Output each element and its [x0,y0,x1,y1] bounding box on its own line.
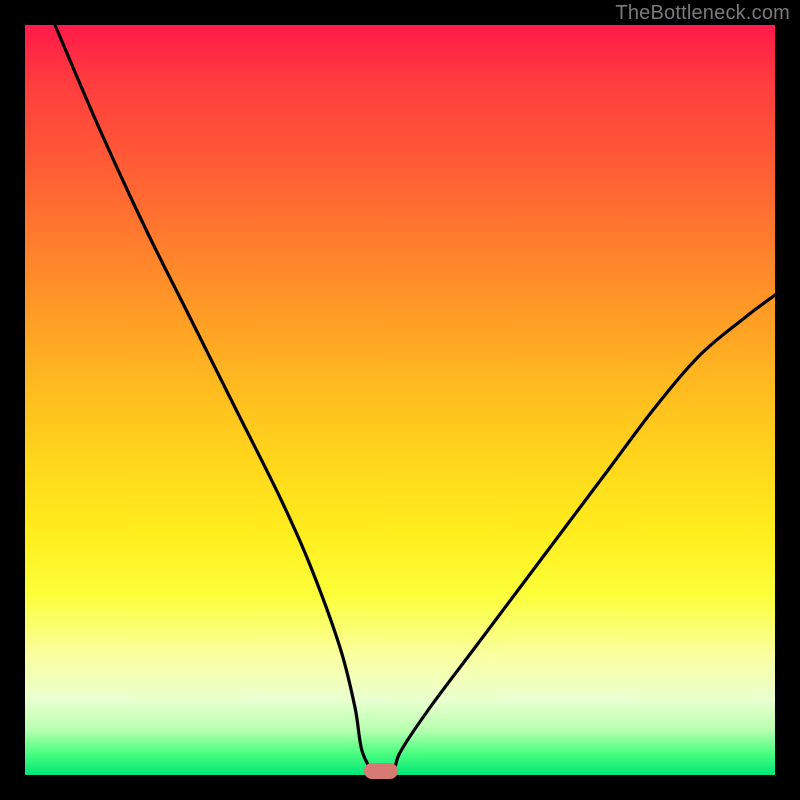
plot-area [25,25,775,775]
bottleneck-curve [25,25,775,775]
optimum-marker [364,763,398,779]
outer-frame: TheBottleneck.com [0,0,800,800]
watermark-text: TheBottleneck.com [615,2,790,25]
